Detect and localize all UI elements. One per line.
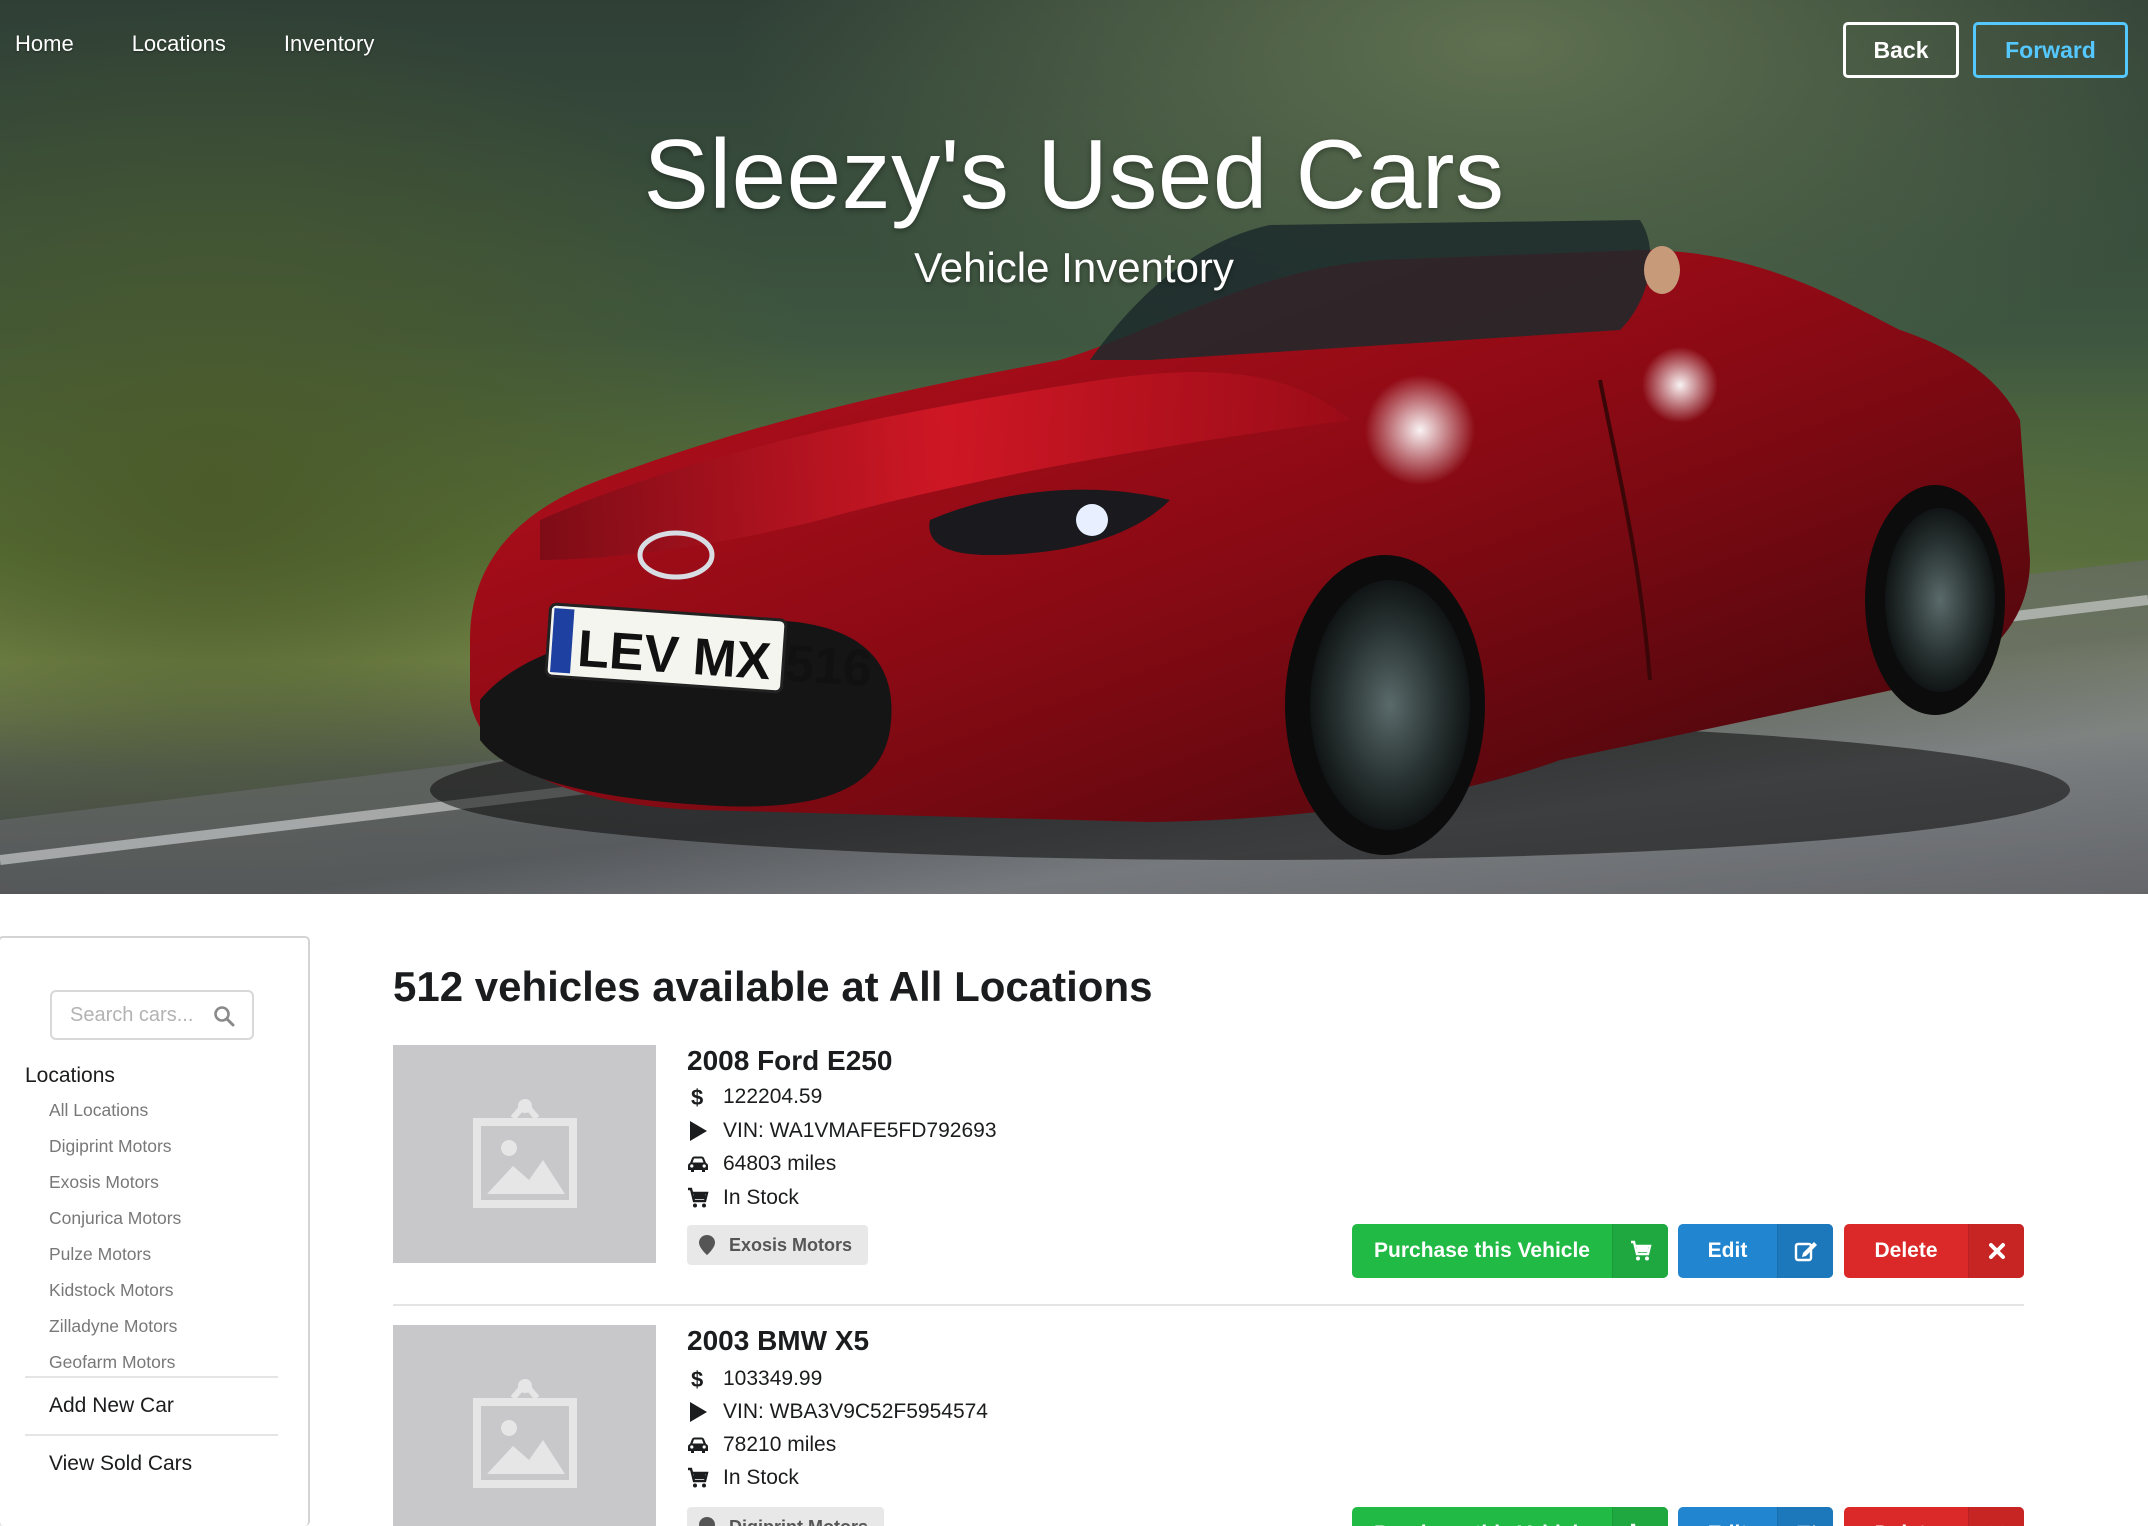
vehicle-vin: VIN: WA1VMAFE5FD792693 bbox=[687, 1119, 997, 1143]
site-title: Sleezy's Used Cars bbox=[643, 119, 1505, 229]
edit-button[interactable]: Edit bbox=[1678, 1224, 1833, 1278]
cart-icon bbox=[1612, 1224, 1668, 1278]
vehicle-thumbnail[interactable] bbox=[393, 1325, 656, 1526]
location-item-kidstock[interactable]: Kidstock Motors bbox=[49, 1272, 181, 1308]
search-box bbox=[50, 990, 254, 1040]
add-new-car-link[interactable]: Add New Car bbox=[49, 1394, 174, 1418]
edit-button-label: Edit bbox=[1678, 1507, 1777, 1526]
dollar-icon: $ bbox=[687, 1086, 709, 1108]
back-button[interactable]: Back bbox=[1843, 22, 1959, 78]
delete-button-label: Delete bbox=[1874, 1239, 1938, 1262]
image-placeholder-icon bbox=[472, 1099, 577, 1208]
vehicle-vin-value: VIN: WA1VMAFE5FD792693 bbox=[723, 1119, 997, 1142]
sidebar-divider bbox=[25, 1376, 278, 1378]
location-item-all[interactable]: All Locations bbox=[49, 1092, 181, 1128]
vehicle-title: 2008 Ford E250 bbox=[687, 1045, 893, 1076]
location-item-exosis[interactable]: Exosis Motors bbox=[49, 1164, 181, 1200]
location-item-pulze[interactable]: Pulze Motors bbox=[49, 1236, 181, 1272]
location-item-zilladyne[interactable]: Zilladyne Motors bbox=[49, 1308, 181, 1344]
locations-list: All Locations Digiprint Motors Exosis Mo… bbox=[49, 1092, 181, 1380]
cart-icon bbox=[687, 1467, 709, 1489]
nav-link-inventory[interactable]: Inventory bbox=[269, 25, 390, 63]
location-item-digiprint[interactable]: Digiprint Motors bbox=[49, 1128, 181, 1164]
vehicle-price-value: 103349.99 bbox=[723, 1367, 823, 1390]
delete-button[interactable]: Delete bbox=[1844, 1224, 2024, 1278]
view-sold-cars-link[interactable]: View Sold Cars bbox=[49, 1452, 192, 1476]
svg-text:$: $ bbox=[691, 1368, 703, 1390]
sidebar-divider bbox=[25, 1434, 278, 1436]
vehicle-status: In Stock bbox=[687, 1466, 799, 1490]
top-nav: Home Locations Inventory bbox=[0, 24, 417, 64]
vehicle-status-value: In Stock bbox=[723, 1186, 799, 1209]
vehicle-price: $ 122204.59 bbox=[687, 1085, 822, 1109]
vehicle-divider bbox=[393, 1304, 2024, 1306]
vehicle-status: In Stock bbox=[687, 1186, 799, 1210]
results-heading: 512 vehicles available at All Locations bbox=[393, 963, 1153, 1010]
vehicle-price-value: 122204.59 bbox=[723, 1085, 823, 1108]
purchase-button-label: Purchase this Vehicle bbox=[1352, 1507, 1612, 1526]
delete-button-label: Delete bbox=[1844, 1507, 1968, 1526]
vehicle-location-name: Digiprint Motors bbox=[729, 1517, 868, 1526]
play-icon bbox=[687, 1401, 709, 1423]
purchase-vehicle-button[interactable]: Purchase this Vehicle bbox=[1352, 1507, 1668, 1526]
site-subtitle: Vehicle Inventory bbox=[914, 244, 1234, 291]
vehicle-miles: 78210 miles bbox=[687, 1433, 836, 1457]
vehicle-price: $ 103349.99 bbox=[687, 1367, 822, 1391]
edit-icon bbox=[1777, 1507, 1833, 1526]
location-item-geofarm[interactable]: Geofarm Motors bbox=[49, 1344, 181, 1380]
close-icon bbox=[1968, 1507, 2024, 1526]
vehicle-vin: VIN: WBA3V9C52F5954574 bbox=[687, 1400, 988, 1424]
car-icon bbox=[687, 1153, 709, 1175]
locations-heading: Locations bbox=[25, 1064, 115, 1087]
vehicle-location-tag[interactable]: Exosis Motors bbox=[687, 1225, 869, 1265]
purchase-vehicle-button[interactable]: Purchase this Vehicle bbox=[1352, 1224, 1668, 1278]
close-icon bbox=[1968, 1224, 2024, 1278]
vehicle-thumbnail[interactable] bbox=[393, 1045, 656, 1263]
map-pin-icon bbox=[699, 1235, 715, 1255]
vehicle-miles-value: 64803 miles bbox=[723, 1152, 837, 1175]
sidebar: Locations All Locations Digiprint Motors… bbox=[0, 936, 310, 1526]
location-item-conjurica[interactable]: Conjurica Motors bbox=[49, 1200, 181, 1236]
search-input[interactable] bbox=[70, 1003, 210, 1027]
vehicle-location-name: Exosis Motors bbox=[729, 1234, 853, 1255]
vehicle-card: 2003 BMW X5 $ 103349.99 VIN: WBA3V9C52F5… bbox=[393, 1325, 2024, 1526]
car-icon bbox=[687, 1434, 709, 1456]
nav-link-home[interactable]: Home bbox=[0, 25, 89, 63]
nav-link-locations[interactable]: Locations bbox=[117, 25, 241, 63]
edit-button-label: Edit bbox=[1707, 1239, 1748, 1262]
vehicle-miles: 64803 miles bbox=[687, 1152, 836, 1176]
cart-icon bbox=[687, 1187, 709, 1209]
history-buttons: Back Forward bbox=[1843, 22, 2128, 78]
edit-icon bbox=[1777, 1224, 1833, 1278]
delete-button[interactable]: Delete bbox=[1844, 1507, 2024, 1526]
hero-banner: LEV MX 516 Home Locations Inventory Back… bbox=[0, 0, 2148, 894]
vehicle-miles-value: 78210 miles bbox=[723, 1433, 837, 1456]
svg-text:$: $ bbox=[691, 1086, 703, 1108]
image-placeholder-icon bbox=[472, 1379, 577, 1488]
cart-icon bbox=[1612, 1507, 1668, 1526]
vehicle-vin-value: VIN: WBA3V9C52F5954574 bbox=[723, 1400, 988, 1423]
vehicle-card: 2008 Ford E250 $ 122204.59 VIN: WA1VMAFE… bbox=[393, 1045, 2024, 1285]
play-icon bbox=[687, 1120, 709, 1142]
forward-button[interactable]: Forward bbox=[1973, 22, 2128, 78]
vehicle-title: 2003 BMW X5 bbox=[687, 1325, 870, 1356]
edit-button[interactable]: Edit bbox=[1678, 1507, 1833, 1526]
map-pin-icon bbox=[699, 1517, 715, 1526]
dollar-icon: $ bbox=[687, 1368, 709, 1390]
search-icon[interactable] bbox=[212, 1004, 236, 1028]
vehicle-location-tag[interactable]: Digiprint Motors bbox=[687, 1507, 884, 1526]
purchase-button-label: Purchase this Vehicle bbox=[1374, 1239, 1590, 1262]
vehicle-status-value: In Stock bbox=[723, 1466, 799, 1489]
